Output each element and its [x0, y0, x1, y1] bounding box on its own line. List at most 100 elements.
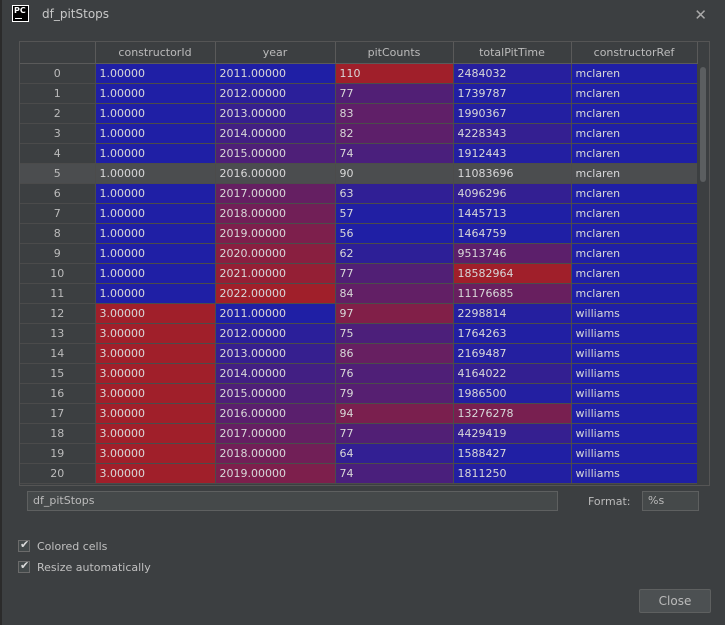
table-cell[interactable]: 1.00000: [95, 83, 216, 104]
table-cell[interactable]: 1.00000: [95, 203, 216, 224]
scrollbar-thumb[interactable]: [700, 67, 706, 182]
table-cell[interactable]: williams: [571, 423, 698, 444]
table-row[interactable]: 4 1.00000 2015.00000 74 1912443 mclaren: [20, 143, 698, 164]
table-cell[interactable]: williams: [571, 463, 698, 484]
table-cell[interactable]: 2017.00000: [215, 423, 336, 444]
table-cell[interactable]: 9513746: [453, 243, 572, 264]
column-header[interactable]: constructorId: [95, 42, 216, 64]
table-cell[interactable]: mclaren: [571, 163, 698, 184]
table-cell[interactable]: 83: [335, 103, 454, 124]
table-cell[interactable]: 1.00000: [95, 123, 216, 144]
table-cell[interactable]: 13276278: [453, 403, 572, 424]
table-cell[interactable]: 1.00000: [95, 183, 216, 204]
table-cell[interactable]: 3.00000: [95, 363, 216, 384]
table-row[interactable]: 16 3.00000 2015.00000 79 1986500 williams: [20, 383, 698, 404]
format-input[interactable]: %s: [642, 491, 699, 511]
table-cell[interactable]: 1445713: [453, 203, 572, 224]
table-cell[interactable]: 3.00000: [95, 443, 216, 464]
table-cell[interactable]: mclaren: [571, 143, 698, 164]
column-header[interactable]: totalPitTime: [453, 42, 572, 64]
table-cell[interactable]: williams: [571, 383, 698, 404]
table-cell[interactable]: 2021.00000: [215, 263, 336, 284]
table-cell[interactable]: 63: [335, 183, 454, 204]
table-cell[interactable]: 3.00000: [95, 423, 216, 444]
table-cell[interactable]: 1.00000: [95, 103, 216, 124]
table-cell[interactable]: 2013.00000: [215, 343, 336, 364]
vertical-scrollbar[interactable]: [697, 64, 709, 485]
table-cell[interactable]: 1464759: [453, 223, 572, 244]
table-cell[interactable]: 1.00000: [95, 63, 216, 84]
table-cell[interactable]: 94: [335, 403, 454, 424]
table-cell[interactable]: 3.00000: [95, 303, 216, 324]
table-cell[interactable]: 77: [335, 263, 454, 284]
table-row[interactable]: 3 1.00000 2014.00000 82 4228343 mclaren: [20, 123, 698, 144]
table-cell[interactable]: 2014.00000: [215, 123, 336, 144]
table-cell[interactable]: 2016.00000: [215, 163, 336, 184]
table-cell[interactable]: 2298814: [453, 303, 572, 324]
table-cell[interactable]: 110: [335, 63, 454, 84]
table-cell[interactable]: 2011.00000: [215, 303, 336, 324]
table-cell[interactable]: 74: [335, 463, 454, 484]
table-cell[interactable]: mclaren: [571, 283, 698, 304]
table-cell[interactable]: 2015.00000: [215, 383, 336, 404]
table-cell[interactable]: 4096296: [453, 183, 572, 204]
table-cell[interactable]: williams: [571, 323, 698, 344]
table-cell[interactable]: 4228343: [453, 123, 572, 144]
table-cell[interactable]: mclaren: [571, 263, 698, 284]
table-row[interactable]: 14 3.00000 2013.00000 86 2169487 williams: [20, 343, 698, 364]
table-row[interactable]: 17 3.00000 2016.00000 94 13276278 williams: [20, 403, 698, 424]
table-cell[interactable]: 1739787: [453, 83, 572, 104]
table-cell[interactable]: 2014.00000: [215, 363, 336, 384]
table-cell[interactable]: 3.00000: [95, 463, 216, 484]
table-row[interactable]: 8 1.00000 2019.00000 56 1464759 mclaren: [20, 223, 698, 244]
table-cell[interactable]: 2020.00000: [215, 243, 336, 264]
table-cell[interactable]: 1.00000: [95, 263, 216, 284]
table-cell[interactable]: 1.00000: [95, 143, 216, 164]
table-cell[interactable]: 75: [335, 323, 454, 344]
table-row[interactable]: 0 1.00000 2011.00000 110 2484032 mclaren: [20, 63, 698, 84]
table-cell[interactable]: mclaren: [571, 243, 698, 264]
table-cell[interactable]: 2017.00000: [215, 183, 336, 204]
table-cell[interactable]: 1588427: [453, 443, 572, 464]
table-row[interactable]: 5 1.00000 2016.00000 90 11083696 mclaren: [20, 163, 698, 184]
table-cell[interactable]: 2013.00000: [215, 103, 336, 124]
table-row[interactable]: 2 1.00000 2013.00000 83 1990367 mclaren: [20, 103, 698, 124]
table-cell[interactable]: 4164022: [453, 363, 572, 384]
table-cell[interactable]: 2018.00000: [215, 203, 336, 224]
table-cell[interactable]: 3.00000: [95, 403, 216, 424]
table-cell[interactable]: 2019.00000: [215, 463, 336, 484]
table-cell[interactable]: 97: [335, 303, 454, 324]
table-cell[interactable]: 4429419: [453, 423, 572, 444]
table-cell[interactable]: 90: [335, 163, 454, 184]
table-cell[interactable]: 77: [335, 423, 454, 444]
table-cell[interactable]: mclaren: [571, 183, 698, 204]
table-cell[interactable]: 84: [335, 283, 454, 304]
table-cell[interactable]: 2011.00000: [215, 63, 336, 84]
table-cell[interactable]: 2018.00000: [215, 443, 336, 464]
resize-automatically-checkbox[interactable]: ✔: [18, 559, 30, 573]
table-cell[interactable]: 1764263: [453, 323, 572, 344]
table-cell[interactable]: 18582964: [453, 263, 572, 284]
table-row[interactable]: 13 3.00000 2012.00000 75 1764263 williams: [20, 323, 698, 344]
table-cell[interactable]: 79: [335, 383, 454, 404]
table-row[interactable]: 10 1.00000 2021.00000 77 18582964 mclaren: [20, 263, 698, 284]
table-cell[interactable]: williams: [571, 303, 698, 324]
table-cell[interactable]: williams: [571, 403, 698, 424]
table-cell[interactable]: 1.00000: [95, 243, 216, 264]
table-cell[interactable]: 64: [335, 443, 454, 464]
dataframe-name-field[interactable]: df_pitStops: [27, 491, 558, 511]
table-cell[interactable]: 3.00000: [95, 323, 216, 344]
table-cell[interactable]: 57: [335, 203, 454, 224]
table-cell[interactable]: 2016.00000: [215, 403, 336, 424]
table-cell[interactable]: 76: [335, 363, 454, 384]
table-cell[interactable]: 2169487: [453, 343, 572, 364]
table-cell[interactable]: 56: [335, 223, 454, 244]
table-cell[interactable]: 3.00000: [95, 383, 216, 404]
table-row[interactable]: 20 3.00000 2019.00000 74 1811250 williams: [20, 463, 698, 484]
colored-cells-checkbox[interactable]: ✔: [18, 538, 30, 552]
table-cell[interactable]: 1.00000: [95, 283, 216, 304]
table-row[interactable]: 1 1.00000 2012.00000 77 1739787 mclaren: [20, 83, 698, 104]
table-cell[interactable]: williams: [571, 363, 698, 384]
table-cell[interactable]: mclaren: [571, 83, 698, 104]
table-row[interactable]: 6 1.00000 2017.00000 63 4096296 mclaren: [20, 183, 698, 204]
